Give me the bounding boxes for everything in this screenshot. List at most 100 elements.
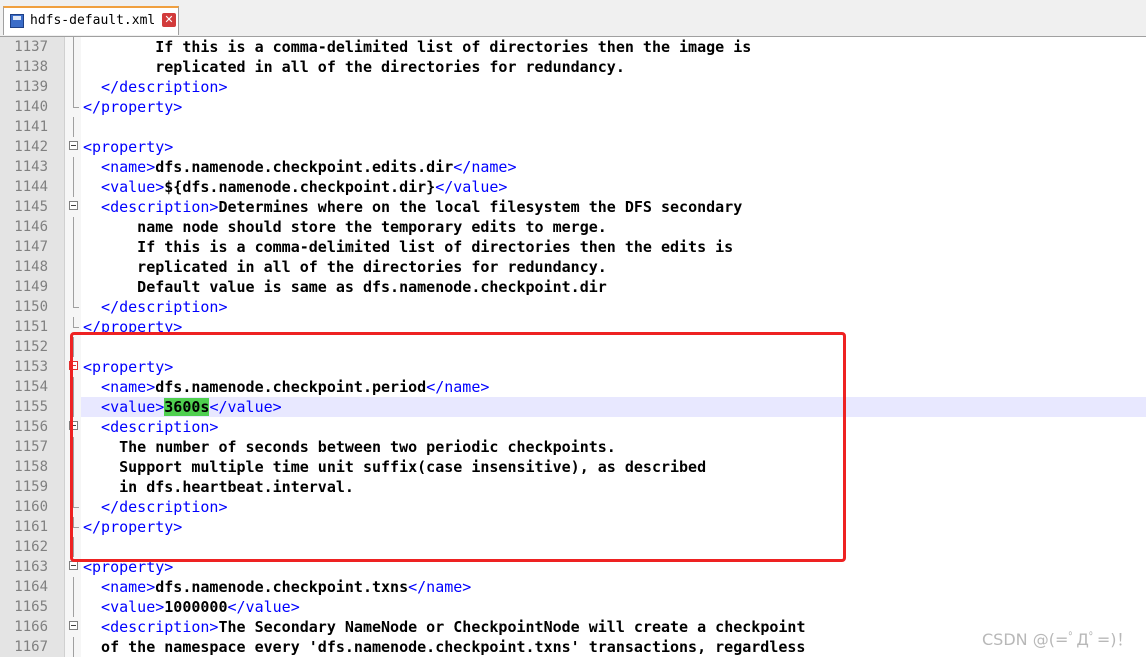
line-number: 1140 bbox=[14, 99, 48, 115]
code-line[interactable]: 1142 <property> bbox=[0, 137, 1146, 157]
xml-text: The number of seconds between two period… bbox=[83, 438, 616, 456]
code-text: </property> bbox=[83, 99, 182, 115]
code-line[interactable]: 1164 <name>dfs.namenode.checkpoint.txns<… bbox=[0, 577, 1146, 597]
code-editor[interactable]: 1137 If this is a comma-delimited list o… bbox=[0, 37, 1146, 657]
fold-guide-line bbox=[73, 577, 74, 597]
fold-guide-line bbox=[73, 257, 74, 277]
code-line[interactable]: 1138 replicated in all of the directorie… bbox=[0, 57, 1146, 77]
line-number: 1151 bbox=[14, 319, 48, 335]
code-line[interactable]: 1165 <value>1000000</value> bbox=[0, 597, 1146, 617]
code-line[interactable]: 1153 <property> bbox=[0, 357, 1146, 377]
xml-tag: </name> bbox=[453, 158, 517, 176]
line-number: 1164 bbox=[14, 579, 48, 595]
code-line[interactable]: 1162 bbox=[0, 537, 1146, 557]
fold-toggle-icon[interactable] bbox=[69, 621, 78, 630]
xml-tag: <property> bbox=[83, 358, 174, 376]
xml-tag: </value> bbox=[435, 178, 508, 196]
line-number: 1139 bbox=[14, 79, 48, 95]
code-line[interactable]: 1137 If this is a comma-delimited list o… bbox=[0, 37, 1146, 57]
code-line[interactable]: 1161 </property> bbox=[0, 517, 1146, 537]
code-line[interactable]: 1149 Default value is same as dfs.nameno… bbox=[0, 277, 1146, 297]
code-line[interactable]: 1167 of the namespace every 'dfs.namenod… bbox=[0, 637, 1146, 657]
line-number: 1138 bbox=[14, 59, 48, 75]
close-icon[interactable]: ✕ bbox=[162, 13, 176, 27]
fold-guide-line bbox=[73, 277, 74, 297]
code-line[interactable]: 1155 <value>3600s</value> bbox=[0, 397, 1146, 417]
line-number: 1158 bbox=[14, 459, 48, 475]
fold-guide-line bbox=[73, 537, 74, 557]
xml-tag: </property> bbox=[83, 518, 183, 536]
line-number: 1142 bbox=[14, 139, 48, 155]
code-line[interactable]: 1147 If this is a comma-delimited list o… bbox=[0, 237, 1146, 257]
code-line[interactable]: 1163 <property> bbox=[0, 557, 1146, 577]
xml-tag: <name> bbox=[83, 578, 156, 596]
code-line[interactable]: 1146 name node should store the temporar… bbox=[0, 217, 1146, 237]
line-number: 1152 bbox=[14, 339, 48, 355]
xml-tag: </name> bbox=[408, 578, 472, 596]
code-text: <property> bbox=[83, 559, 173, 575]
xml-text: Determines where on the local filesystem… bbox=[218, 198, 743, 216]
fold-guide-line bbox=[73, 37, 74, 57]
code-line[interactable]: 1158 Support multiple time unit suffix(c… bbox=[0, 457, 1146, 477]
code-line[interactable]: 1141 bbox=[0, 117, 1146, 137]
code-line[interactable]: 1144 <value>${dfs.namenode.checkpoint.di… bbox=[0, 177, 1146, 197]
xml-tag: </value> bbox=[227, 598, 300, 616]
xml-tag: <property> bbox=[83, 558, 174, 576]
xml-tag: <description> bbox=[83, 618, 219, 636]
code-line[interactable]: 1154 <name>dfs.namenode.checkpoint.perio… bbox=[0, 377, 1146, 397]
code-line[interactable]: 1166 <description>The Secondary NameNode… bbox=[0, 617, 1146, 637]
xml-text: If this is a comma-delimited list of dir… bbox=[83, 38, 752, 56]
fold-guide-line bbox=[73, 377, 74, 397]
line-number: 1137 bbox=[14, 39, 48, 55]
line-number: 1143 bbox=[14, 159, 48, 175]
code-text: </description> bbox=[83, 499, 227, 515]
xml-text: replicated in all of the directories for… bbox=[83, 258, 607, 276]
code-text: <property> bbox=[83, 139, 173, 155]
code-line[interactable]: 1145 <description>Determines where on th… bbox=[0, 197, 1146, 217]
fold-guide-line bbox=[73, 217, 74, 237]
line-number: 1162 bbox=[14, 539, 48, 555]
save-disk-icon bbox=[10, 14, 24, 28]
code-text: <description>The Secondary NameNode or C… bbox=[83, 619, 805, 635]
xml-text: name node should store the temporary edi… bbox=[83, 218, 607, 236]
fold-guide-line bbox=[73, 397, 74, 417]
fold-guide-line bbox=[73, 597, 74, 617]
code-text: The number of seconds between two period… bbox=[83, 439, 616, 455]
code-line[interactable]: 1143 <name>dfs.namenode.checkpoint.edits… bbox=[0, 157, 1146, 177]
line-number: 1149 bbox=[14, 279, 48, 295]
code-line[interactable]: 1148 replicated in all of the directorie… bbox=[0, 257, 1146, 277]
code-line[interactable]: 1159 in dfs.heartbeat.interval. bbox=[0, 477, 1146, 497]
code-line[interactable]: 1156 <description> bbox=[0, 417, 1146, 437]
xml-tag: </value> bbox=[209, 398, 282, 416]
fold-end-marker bbox=[73, 97, 79, 108]
fold-toggle-icon[interactable] bbox=[69, 561, 78, 570]
xml-tag: <value> bbox=[83, 178, 165, 196]
xml-tag: <description> bbox=[83, 418, 219, 436]
xml-text: If this is a comma-delimited list of dir… bbox=[83, 238, 734, 256]
code-line[interactable]: 1139 </description> bbox=[0, 77, 1146, 97]
line-number: 1147 bbox=[14, 239, 48, 255]
fold-toggle-icon[interactable] bbox=[69, 141, 78, 150]
fold-guide-line bbox=[73, 57, 74, 77]
file-tab[interactable]: hdfs-default.xml ✕ bbox=[3, 6, 179, 35]
code-line[interactable]: 1160 </description> bbox=[0, 497, 1146, 517]
xml-tag: </description> bbox=[83, 78, 228, 96]
code-line[interactable]: 1140 </property> bbox=[0, 97, 1146, 117]
fold-toggle-icon[interactable] bbox=[69, 361, 78, 370]
fold-toggle-icon[interactable] bbox=[69, 201, 78, 210]
selected-value: 3600s bbox=[164, 398, 210, 416]
xml-text: dfs.namenode.checkpoint.period bbox=[155, 378, 427, 396]
xml-tag: </property> bbox=[83, 98, 183, 116]
fold-guide-line bbox=[73, 77, 74, 97]
tab-bar: hdfs-default.xml ✕ bbox=[0, 0, 1146, 37]
line-number: 1161 bbox=[14, 519, 48, 535]
code-line[interactable]: 1157 The number of seconds between two p… bbox=[0, 437, 1146, 457]
fold-toggle-icon[interactable] bbox=[69, 421, 78, 430]
code-line[interactable]: 1150 </description> bbox=[0, 297, 1146, 317]
fold-guide-line bbox=[73, 637, 74, 657]
code-line[interactable]: 1151 </property> bbox=[0, 317, 1146, 337]
code-line[interactable]: 1152 bbox=[0, 337, 1146, 357]
xml-text: Support multiple time unit suffix(case i… bbox=[83, 458, 707, 476]
fold-guide-line bbox=[73, 337, 74, 357]
xml-tag: <value> bbox=[83, 398, 165, 416]
